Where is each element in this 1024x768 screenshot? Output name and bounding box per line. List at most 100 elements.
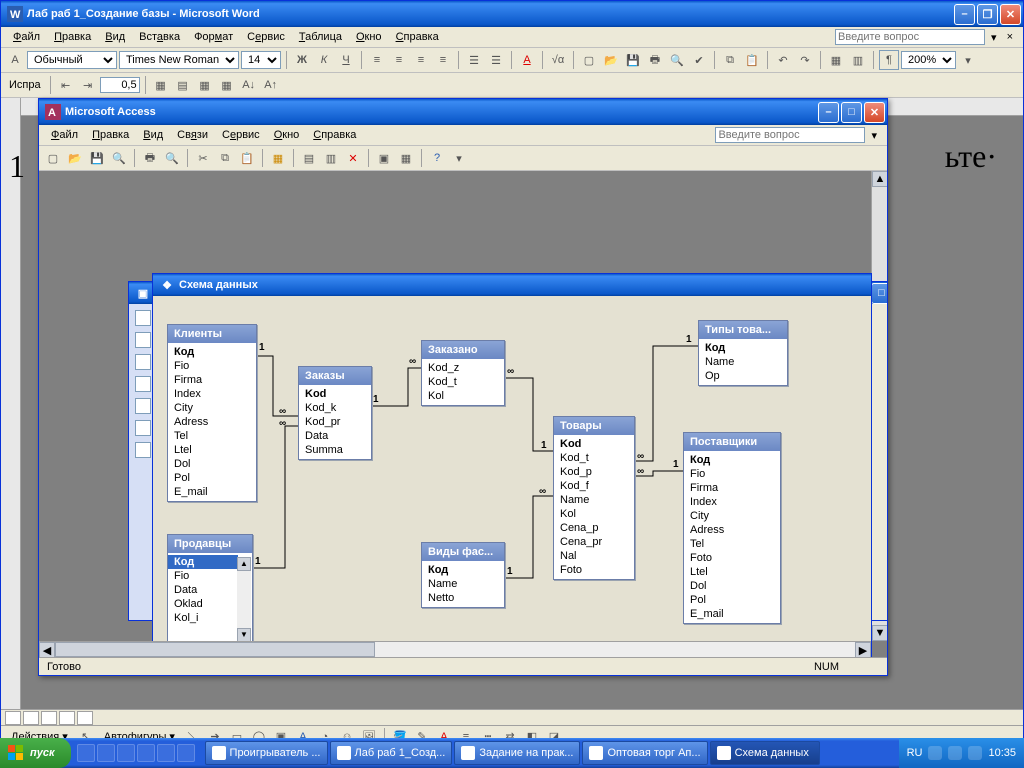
table-field[interactable]: Ltel	[684, 565, 780, 579]
save-button[interactable]: 💾	[623, 50, 643, 70]
merge-button[interactable]: ▦	[195, 75, 215, 95]
align-justify-button[interactable]: ≡	[433, 50, 453, 70]
toolbar-options-button[interactable]: ▾	[449, 148, 469, 168]
start-button[interactable]: пуск	[0, 738, 71, 768]
table-field[interactable]: Op	[699, 369, 787, 383]
taskbar-task[interactable]: Схема данных	[710, 741, 820, 765]
word-menu-insert[interactable]: Вставка	[133, 29, 186, 45]
access-minimize-button[interactable]: –	[818, 102, 839, 123]
table-field[interactable]: Kol	[554, 507, 634, 521]
tray-icon[interactable]	[928, 746, 942, 760]
spellcheck-button[interactable]: ✔	[689, 50, 709, 70]
access-print-button[interactable]: 🖶	[140, 148, 160, 168]
access-paste-button[interactable]: 📋	[237, 148, 257, 168]
access-menu-tools[interactable]: Сервис	[216, 127, 266, 143]
table-field[interactable]: Kod_k	[299, 401, 371, 415]
schema-titlebar[interactable]: ❖ Схема данных	[153, 274, 871, 296]
new-button[interactable]: ▢	[579, 50, 599, 70]
table-field[interactable]: City	[684, 509, 780, 523]
help-dropdown-icon[interactable]: ▾	[987, 31, 1001, 44]
macros-icon[interactable]	[135, 420, 151, 436]
sort-asc-button[interactable]: A↓	[239, 75, 259, 95]
table-field[interactable]: Adress	[684, 523, 780, 537]
table-field[interactable]: Name	[699, 355, 787, 369]
taskbar-task[interactable]: Лаб раб 1_Созд...	[330, 741, 453, 765]
lang-indicator[interactable]: RU	[907, 747, 923, 759]
scroll-down-icon[interactable]: ▼	[872, 625, 887, 641]
schema-canvas[interactable]: 1 ∞ 1 ∞ 1 ∞ ∞ 1 1 ∞ 1 ∞ 1 ∞ КлиентыКодFi…	[153, 296, 871, 657]
table-field[interactable]: Ltel	[168, 443, 256, 457]
table-suppliers[interactable]: ПоставщикиКодFioFirmaIndexCityAdressTelF…	[683, 432, 781, 624]
table-ordered[interactable]: ЗаказаноKod_zKod_tKol	[421, 340, 505, 406]
word-menu-format[interactable]: Формат	[188, 29, 239, 45]
table-field[interactable]: Tel	[684, 537, 780, 551]
table-field[interactable]: Summa	[299, 443, 371, 457]
table-field[interactable]: Код	[168, 345, 256, 359]
access-search-button[interactable]: 🔍	[109, 148, 129, 168]
tray-clock[interactable]: 10:35	[988, 747, 1016, 759]
italic-button[interactable]: К	[314, 50, 334, 70]
table-field[interactable]: Код	[422, 563, 504, 577]
show-direct-relations-button[interactable]: ▥	[321, 148, 341, 168]
access-close-button[interactable]: ✕	[864, 102, 885, 123]
access-new-button[interactable]: ▢	[43, 148, 63, 168]
access-save-button[interactable]: 💾	[87, 148, 107, 168]
table-field[interactable]: Name	[554, 493, 634, 507]
access-open-button[interactable]: 📂	[65, 148, 85, 168]
table-field[interactable]: Dol	[168, 457, 256, 471]
table-field[interactable]: City	[168, 401, 256, 415]
table-field[interactable]: Data	[168, 583, 238, 597]
access-copy-button[interactable]: ⧉	[215, 148, 235, 168]
table-field[interactable]: Kod_f	[554, 479, 634, 493]
table-field[interactable]: Cena_pr	[554, 535, 634, 549]
word-restore-button[interactable]: ❐	[977, 4, 998, 25]
scroll-up-icon[interactable]: ▲	[872, 171, 887, 187]
table-field[interactable]: Nal	[554, 549, 634, 563]
tray-icon[interactable]	[968, 746, 982, 760]
access-menu-help[interactable]: Справка	[307, 127, 362, 143]
access-preview-button[interactable]: 🔍	[162, 148, 182, 168]
table-field[interactable]: Index	[684, 495, 780, 509]
table-goods[interactable]: ТоварыKodKod_tKod_pKod_fNameKolCena_pCen…	[553, 416, 635, 580]
font-color-button[interactable]: A	[517, 50, 537, 70]
view-outline-button[interactable]	[59, 711, 75, 725]
scroll-right-icon[interactable]: ▶	[855, 642, 871, 657]
table-field[interactable]: Cena_p	[554, 521, 634, 535]
scroll-thumb[interactable]	[55, 642, 375, 657]
table-field[interactable]: Foto	[684, 551, 780, 565]
view-print-button[interactable]	[41, 711, 57, 725]
redo-button[interactable]: ↷	[795, 50, 815, 70]
word-menu-tools[interactable]: Сервис	[241, 29, 291, 45]
view-web-button[interactable]	[23, 711, 39, 725]
table-field[interactable]: Kod_z	[422, 361, 504, 375]
table-field[interactable]: Firma	[684, 481, 780, 495]
table-field[interactable]: Fio	[684, 467, 780, 481]
indent-value[interactable]	[100, 77, 140, 93]
align-center-button[interactable]: ≡	[389, 50, 409, 70]
indent-button[interactable]: ⇥	[78, 75, 98, 95]
access-help-input[interactable]	[715, 127, 865, 143]
copy-button[interactable]: ⧉	[720, 50, 740, 70]
table-field[interactable]: Fio	[168, 569, 238, 583]
clear-layout-button[interactable]: ✕	[343, 148, 363, 168]
zoom-combo[interactable]: 200%	[901, 51, 956, 69]
style-combo[interactable]: Обычный	[27, 51, 117, 69]
db-window-button[interactable]: ▣	[374, 148, 394, 168]
table-field[interactable]: Kol_i	[168, 611, 238, 625]
word-close-button[interactable]: ✕	[1000, 4, 1021, 25]
schema-window[interactable]: ❖ Схема данных	[152, 273, 872, 657]
table-field[interactable]: Kod	[299, 387, 371, 401]
table-field[interactable]: Код	[684, 453, 780, 467]
bulleted-list-button[interactable]: ☰	[486, 50, 506, 70]
access-menu-file[interactable]: Файл	[45, 127, 84, 143]
table-scrollbar[interactable]: ▲▼	[237, 557, 251, 642]
table-field[interactable]: Netto	[422, 591, 504, 605]
tray-icon[interactable]	[948, 746, 962, 760]
table-field[interactable]: Pol	[168, 471, 256, 485]
access-cut-button[interactable]: ✂	[193, 148, 213, 168]
split-button[interactable]: ▦	[217, 75, 237, 95]
pages-icon[interactable]	[135, 398, 151, 414]
shading-button[interactable]: ▤	[173, 75, 193, 95]
sort-desc-button[interactable]: A↑	[261, 75, 281, 95]
taskbar-task[interactable]: Проигрыватель ...	[205, 741, 328, 765]
